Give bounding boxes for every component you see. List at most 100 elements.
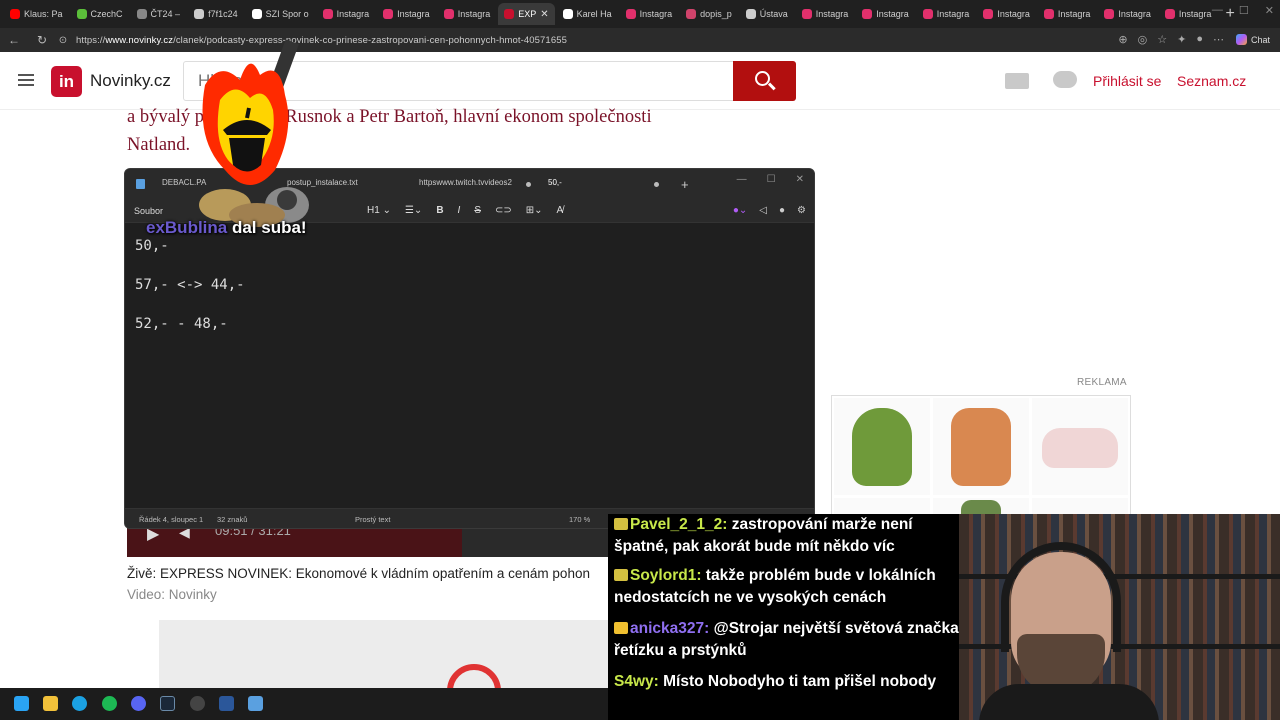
video-caption[interactable]: Živě: EXPRESS NOVINEK: Ekonomové k vládn…	[127, 566, 590, 581]
edge-browser-icon[interactable]	[72, 696, 87, 711]
browser-tab[interactable]: EXP ✕	[498, 3, 555, 25]
steam-icon[interactable]	[160, 696, 175, 711]
start-windows-icon[interactable]	[14, 696, 29, 711]
stream-chat: Pavel_2_1_2: zastropování marže není špa…	[608, 514, 960, 720]
status-chars: 32 znaků	[217, 515, 248, 524]
url-prefix: https://	[76, 34, 106, 46]
tab-label: EXP	[518, 9, 537, 19]
ad-product-backpack[interactable]	[933, 398, 1029, 495]
browser-tab[interactable]: Instagra	[1098, 3, 1157, 25]
ad-label: REKLAMA	[1077, 377, 1127, 388]
settings-gear-icon[interactable]: ⚙	[797, 205, 806, 216]
heading-dropdown[interactable]: H1 ⌄	[367, 205, 391, 216]
browser-tab[interactable]: SZI Spor o	[246, 3, 315, 25]
maximize-icon[interactable]: ☐	[1239, 4, 1249, 17]
bold-icon[interactable]: B	[436, 205, 443, 216]
close-icon[interactable]: ✕	[796, 174, 804, 185]
profile-avatar[interactable]: ●	[779, 205, 785, 216]
list-icon[interactable]: ☰⌄	[405, 205, 422, 216]
minimize-icon[interactable]: —	[1212, 4, 1223, 17]
link-icon[interactable]: ⊂⊃	[495, 205, 512, 216]
tab-favicon-icon	[801, 9, 812, 19]
browser-tab[interactable]: ČT24 –	[131, 3, 187, 25]
copilot-button[interactable]: Chat	[1235, 34, 1270, 45]
zoom-icon[interactable]: ⊕	[1118, 33, 1127, 46]
browser-tab[interactable]: f7f1c24	[188, 3, 244, 25]
notepad-text-area[interactable]: 50,- 57,- <-> 44,- 52,- - 48,-	[135, 227, 245, 344]
extensions-icon[interactable]: ✦	[1177, 33, 1186, 46]
clear-format-icon[interactable]: A̸	[557, 205, 564, 216]
ad-product-grid[interactable]	[831, 395, 1131, 519]
tab-close-icon[interactable]: ✕	[540, 9, 548, 20]
megaphone-icon[interactable]: ◁	[759, 205, 767, 216]
word-icon[interactable]	[219, 696, 234, 711]
close-icon[interactable]: ✕	[1265, 4, 1274, 17]
obs-icon[interactable]	[190, 696, 205, 711]
strikethrough-icon[interactable]: S	[474, 205, 481, 216]
browser-tab[interactable]: Ústava	[740, 3, 794, 25]
minimize-icon[interactable]: —	[737, 174, 747, 185]
table-icon[interactable]: ⊞⌄	[526, 205, 543, 216]
tab-label: Instagra	[457, 9, 491, 19]
site-logo-text[interactable]: Novinky.cz	[90, 71, 171, 91]
tab-label: Instagra	[1057, 9, 1091, 19]
tab-favicon-icon	[745, 9, 756, 19]
chat-separator: :	[653, 673, 664, 690]
browser-tab[interactable]: Instagra	[377, 3, 436, 25]
browser-tab[interactable]: Instagra	[977, 3, 1036, 25]
alert-message: dal suba!	[227, 218, 307, 237]
login-link[interactable]: Přihlásit se	[1093, 73, 1161, 89]
reader-icon[interactable]: ◎	[1138, 33, 1148, 46]
site-info-icon[interactable]: ⊙	[56, 35, 70, 46]
browser-tab[interactable]: CzechC	[71, 3, 129, 25]
more-menu-icon[interactable]: ⋯	[1213, 33, 1224, 46]
site-logo-mark[interactable]: in	[51, 66, 82, 97]
browser-tab[interactable]: Instagra	[1038, 3, 1097, 25]
discord-icon[interactable]	[131, 696, 146, 711]
back-icon[interactable]: ←	[0, 33, 28, 47]
copilot-icon[interactable]: ●⌄	[733, 205, 747, 216]
maximize-icon[interactable]: ☐	[767, 174, 776, 185]
notepad-tab-3[interactable]: httpswww.twitch.tvvideos2	[419, 178, 512, 187]
tab-label: Instagra	[639, 9, 673, 19]
profile-avatar[interactable]: ●	[1196, 33, 1203, 46]
search-button[interactable]	[733, 61, 796, 101]
tab-favicon-icon	[76, 9, 87, 19]
mail-icon[interactable]	[1005, 73, 1029, 89]
ad-product-dino-bag[interactable]	[834, 398, 930, 495]
tab-label: Instagra	[397, 9, 430, 19]
italic-icon[interactable]: I	[458, 205, 461, 216]
notepad-tab-4[interactable]: 50,-	[548, 178, 562, 187]
reload-icon[interactable]: ↻	[28, 33, 56, 47]
browser-tab[interactable]: Instagra	[856, 3, 915, 25]
tab-favicon-icon	[194, 9, 205, 19]
spotify-icon[interactable]	[102, 696, 117, 711]
browser-tab[interactable]: Klaus: Pa	[4, 3, 69, 25]
browser-tab[interactable]: Instagra	[917, 3, 976, 25]
browser-tab[interactable]: Instagra	[1159, 3, 1218, 25]
browser-tab[interactable]: dopis_p	[680, 3, 738, 25]
browser-tab[interactable]: Instagra	[438, 3, 497, 25]
browser-tab[interactable]: Instagra	[620, 3, 679, 25]
menu-file[interactable]: Soubor	[134, 206, 163, 216]
tab-favicon-icon	[10, 9, 20, 19]
chat-username: S4wy	[614, 673, 654, 690]
ad-product-pencil-case[interactable]	[1032, 398, 1128, 495]
chat-bubble-icon[interactable]	[1053, 71, 1077, 88]
seznam-link[interactable]: Seznam.cz	[1177, 73, 1246, 89]
chat-username: Pavel_2_1_2	[630, 516, 723, 533]
browser-tab[interactable]: Instagra	[796, 3, 855, 25]
tab-favicon-icon	[686, 9, 697, 19]
new-tab-icon[interactable]: +	[681, 177, 689, 192]
notepad-taskbar-icon[interactable]	[248, 696, 263, 711]
status-zoom: 170 %	[569, 515, 591, 524]
menu-hamburger-icon[interactable]	[18, 74, 34, 86]
ad-placeholder	[159, 620, 611, 716]
file-explorer-icon[interactable]	[43, 696, 58, 711]
browser-tab[interactable]: Karel Ha	[557, 3, 618, 25]
tab-favicon-icon	[625, 9, 636, 19]
browser-tab[interactable]: Instagra	[317, 3, 376, 25]
favorite-star-icon[interactable]: ☆	[1157, 33, 1167, 46]
webcam-feed	[959, 514, 1280, 720]
tab-favicon-icon	[922, 9, 933, 19]
